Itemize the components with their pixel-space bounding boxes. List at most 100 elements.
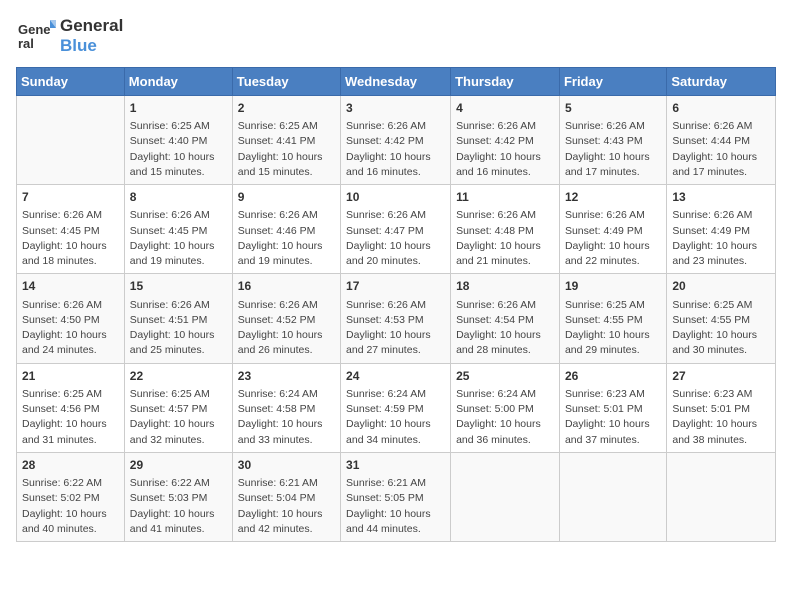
day-info: Sunrise: 6:21 AM Sunset: 5:05 PM Dayligh… bbox=[346, 476, 445, 537]
day-info: Sunrise: 6:21 AM Sunset: 5:04 PM Dayligh… bbox=[238, 476, 335, 537]
week-row-1: 1Sunrise: 6:25 AM Sunset: 4:40 PM Daylig… bbox=[17, 95, 776, 184]
day-cell: 25Sunrise: 6:24 AM Sunset: 5:00 PM Dayli… bbox=[451, 363, 560, 452]
day-cell: 8 Sunrise: 6:26 AM Sunset: 4:45 PM Daylig… bbox=[124, 185, 232, 274]
day-cell: 27 Sunrise: 6:23 AM Sunset: 5:01 PM Dayli… bbox=[667, 363, 776, 452]
weekday-header-row: SundayMondayTuesdayWednesdayThursdayFrid… bbox=[17, 67, 776, 95]
day-number: 11 bbox=[456, 189, 554, 206]
weekday-header-monday: Monday bbox=[124, 67, 232, 95]
week-row-3: 14 Sunrise: 6:26 AM Sunset: 4:50 PM Dayli… bbox=[17, 274, 776, 363]
day-cell: 11 Sunrise: 6:26 AM Sunset: 4:48 PM Dayli… bbox=[451, 185, 560, 274]
day-info: Sunrise: 6:26 AM Sunset: 4:42 PM Dayligh… bbox=[346, 119, 445, 180]
day-info: Sunrise: 6:26 AM Sunset: 4:48 PM Dayligh… bbox=[456, 208, 554, 269]
day-number: 13 bbox=[672, 189, 770, 206]
day-info: Sunrise: 6:24 AM Sunset: 5:00 PM Dayligh… bbox=[456, 387, 554, 448]
day-cell: 31 Sunrise: 6:21 AM Sunset: 5:05 PM Dayli… bbox=[341, 452, 451, 541]
weekday-header-friday: Friday bbox=[559, 67, 666, 95]
day-info: Sunrise: 6:26 AM Sunset: 4:43 PM Dayligh… bbox=[565, 119, 661, 180]
day-info: Sunrise: 6:25 AM Sunset: 4:56 PM Dayligh… bbox=[22, 387, 119, 448]
svg-text:Gene: Gene bbox=[18, 22, 51, 37]
day-info: Sunrise: 6:26 AM Sunset: 4:46 PM Dayligh… bbox=[238, 208, 335, 269]
day-info: Sunrise: 6:23 AM Sunset: 5:01 PM Dayligh… bbox=[565, 387, 661, 448]
day-info: Sunrise: 6:24 AM Sunset: 4:59 PM Dayligh… bbox=[346, 387, 445, 448]
day-cell: 6Sunrise: 6:26 AM Sunset: 4:44 PM Daylig… bbox=[667, 95, 776, 184]
day-number: 31 bbox=[346, 457, 445, 474]
week-row-4: 21Sunrise: 6:25 AM Sunset: 4:56 PM Dayli… bbox=[17, 363, 776, 452]
day-number: 12 bbox=[565, 189, 661, 206]
day-info: Sunrise: 6:26 AM Sunset: 4:51 PM Dayligh… bbox=[130, 298, 227, 359]
day-cell bbox=[667, 452, 776, 541]
day-number: 4 bbox=[456, 100, 554, 117]
day-number: 7 bbox=[22, 189, 119, 206]
day-info: Sunrise: 6:26 AM Sunset: 4:52 PM Dayligh… bbox=[238, 298, 335, 359]
day-cell: 5 Sunrise: 6:26 AM Sunset: 4:43 PM Daylig… bbox=[559, 95, 666, 184]
logo-name-blue: Blue bbox=[60, 36, 123, 56]
day-number: 30 bbox=[238, 457, 335, 474]
day-info: Sunrise: 6:25 AM Sunset: 4:57 PM Dayligh… bbox=[130, 387, 227, 448]
weekday-header-thursday: Thursday bbox=[451, 67, 560, 95]
day-number: 3 bbox=[346, 100, 445, 117]
day-cell: 3 Sunrise: 6:26 AM Sunset: 4:42 PM Daylig… bbox=[341, 95, 451, 184]
day-number: 14 bbox=[22, 278, 119, 295]
day-cell: 7 Sunrise: 6:26 AM Sunset: 4:45 PM Daylig… bbox=[17, 185, 125, 274]
week-row-5: 28Sunrise: 6:22 AM Sunset: 5:02 PM Dayli… bbox=[17, 452, 776, 541]
day-number: 10 bbox=[346, 189, 445, 206]
day-number: 16 bbox=[238, 278, 335, 295]
day-number: 9 bbox=[238, 189, 335, 206]
day-number: 20 bbox=[672, 278, 770, 295]
weekday-header-tuesday: Tuesday bbox=[232, 67, 340, 95]
weekday-header-sunday: Sunday bbox=[17, 67, 125, 95]
day-cell: 4 Sunrise: 6:26 AM Sunset: 4:42 PM Daylig… bbox=[451, 95, 560, 184]
day-cell: 20 Sunrise: 6:25 AM Sunset: 4:55 PM Dayli… bbox=[667, 274, 776, 363]
day-info: Sunrise: 6:25 AM Sunset: 4:55 PM Dayligh… bbox=[565, 298, 661, 359]
header: Gene ral General Blue bbox=[16, 16, 776, 57]
day-cell: 28Sunrise: 6:22 AM Sunset: 5:02 PM Dayli… bbox=[17, 452, 125, 541]
day-cell: 15 Sunrise: 6:26 AM Sunset: 4:51 PM Dayli… bbox=[124, 274, 232, 363]
day-cell: 14 Sunrise: 6:26 AM Sunset: 4:50 PM Dayli… bbox=[17, 274, 125, 363]
day-cell bbox=[559, 452, 666, 541]
day-cell: 23Sunrise: 6:24 AM Sunset: 4:58 PM Dayli… bbox=[232, 363, 340, 452]
day-cell: 21Sunrise: 6:25 AM Sunset: 4:56 PM Dayli… bbox=[17, 363, 125, 452]
calendar-table: SundayMondayTuesdayWednesdayThursdayFrid… bbox=[16, 67, 776, 542]
day-number: 19 bbox=[565, 278, 661, 295]
day-info: Sunrise: 6:23 AM Sunset: 5:01 PM Dayligh… bbox=[672, 387, 770, 448]
day-info: Sunrise: 6:26 AM Sunset: 4:44 PM Dayligh… bbox=[672, 119, 770, 180]
day-info: Sunrise: 6:25 AM Sunset: 4:55 PM Dayligh… bbox=[672, 298, 770, 359]
day-info: Sunrise: 6:22 AM Sunset: 5:03 PM Dayligh… bbox=[130, 476, 227, 537]
day-cell: 19 Sunrise: 6:25 AM Sunset: 4:55 PM Dayli… bbox=[559, 274, 666, 363]
day-info: Sunrise: 6:26 AM Sunset: 4:42 PM Dayligh… bbox=[456, 119, 554, 180]
day-number: 5 bbox=[565, 100, 661, 117]
weekday-header-wednesday: Wednesday bbox=[341, 67, 451, 95]
day-cell: 26 Sunrise: 6:23 AM Sunset: 5:01 PM Dayli… bbox=[559, 363, 666, 452]
day-cell: 9 Sunrise: 6:26 AM Sunset: 4:46 PM Daylig… bbox=[232, 185, 340, 274]
day-info: Sunrise: 6:26 AM Sunset: 4:50 PM Dayligh… bbox=[22, 298, 119, 359]
day-number: 23 bbox=[238, 368, 335, 385]
day-cell: 2 Sunrise: 6:25 AM Sunset: 4:41 PM Daylig… bbox=[232, 95, 340, 184]
day-number: 15 bbox=[130, 278, 227, 295]
day-cell: 17Sunrise: 6:26 AM Sunset: 4:53 PM Dayli… bbox=[341, 274, 451, 363]
day-number: 18 bbox=[456, 278, 554, 295]
day-number: 29 bbox=[130, 457, 227, 474]
logo-name-general: General bbox=[60, 16, 123, 36]
day-info: Sunrise: 6:26 AM Sunset: 4:45 PM Dayligh… bbox=[130, 208, 227, 269]
day-cell: 24Sunrise: 6:24 AM Sunset: 4:59 PM Dayli… bbox=[341, 363, 451, 452]
day-info: Sunrise: 6:26 AM Sunset: 4:49 PM Dayligh… bbox=[565, 208, 661, 269]
day-info: Sunrise: 6:25 AM Sunset: 4:41 PM Dayligh… bbox=[238, 119, 335, 180]
logo: Gene ral General Blue bbox=[16, 16, 123, 57]
day-number: 8 bbox=[130, 189, 227, 206]
day-number: 2 bbox=[238, 100, 335, 117]
day-info: Sunrise: 6:25 AM Sunset: 4:40 PM Dayligh… bbox=[130, 119, 227, 180]
day-number: 26 bbox=[565, 368, 661, 385]
day-cell: 22Sunrise: 6:25 AM Sunset: 4:57 PM Dayli… bbox=[124, 363, 232, 452]
day-cell: 13 Sunrise: 6:26 AM Sunset: 4:49 PM Dayli… bbox=[667, 185, 776, 274]
day-info: Sunrise: 6:22 AM Sunset: 5:02 PM Dayligh… bbox=[22, 476, 119, 537]
logo-svg: Gene ral bbox=[16, 18, 56, 54]
day-cell: 1Sunrise: 6:25 AM Sunset: 4:40 PM Daylig… bbox=[124, 95, 232, 184]
day-cell: 12 Sunrise: 6:26 AM Sunset: 4:49 PM Dayli… bbox=[559, 185, 666, 274]
day-cell: 10Sunrise: 6:26 AM Sunset: 4:47 PM Dayli… bbox=[341, 185, 451, 274]
day-cell: 16 Sunrise: 6:26 AM Sunset: 4:52 PM Dayli… bbox=[232, 274, 340, 363]
day-cell: 30 Sunrise: 6:21 AM Sunset: 5:04 PM Dayli… bbox=[232, 452, 340, 541]
day-info: Sunrise: 6:26 AM Sunset: 4:49 PM Dayligh… bbox=[672, 208, 770, 269]
day-info: Sunrise: 6:26 AM Sunset: 4:45 PM Dayligh… bbox=[22, 208, 119, 269]
day-number: 27 bbox=[672, 368, 770, 385]
week-row-2: 7 Sunrise: 6:26 AM Sunset: 4:45 PM Daylig… bbox=[17, 185, 776, 274]
